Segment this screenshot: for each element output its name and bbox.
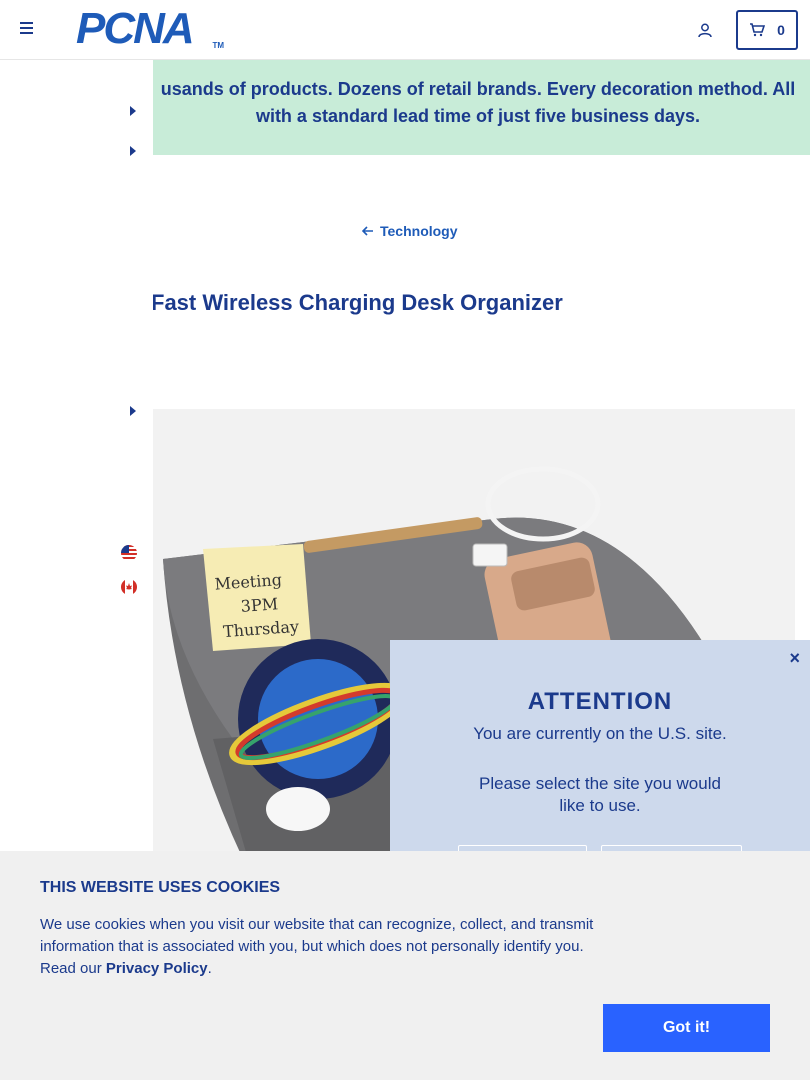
modal-title: ATTENTION <box>527 688 673 715</box>
back-to-category-link[interactable]: Technology <box>362 223 458 239</box>
cookie-banner-body: We use cookies when you visit our websit… <box>40 914 600 980</box>
hamburger-icon[interactable] <box>20 22 36 38</box>
modal-current-site-text: You are currently on the U.S. site. <box>473 724 727 743</box>
cookie-body-period: . <box>207 960 212 977</box>
svg-text:3PM: 3PM <box>240 594 279 616</box>
cookie-banner-title: THIS WEBSITE USES COOKIES <box>40 879 281 896</box>
canada-flag-icon[interactable] <box>121 579 137 595</box>
user-icon[interactable] <box>697 22 713 38</box>
logo-text: PCNA <box>76 4 195 53</box>
pcna-logo[interactable]: PCNA TM <box>76 6 226 52</box>
privacy-policy-link[interactable]: Privacy Policy <box>106 960 208 977</box>
accept-cookies-button[interactable]: Got it! <box>603 1004 770 1052</box>
modal-instructions: Please select the site you would like to… <box>479 774 721 815</box>
logo-trademark: TM <box>212 41 224 50</box>
back-link-label: Technology <box>380 223 458 239</box>
arrow-left-icon <box>362 226 373 236</box>
caret-right-icon[interactable] <box>129 106 137 116</box>
product-title: Fast Wireless Charging Desk Organizer <box>151 290 563 315</box>
close-icon[interactable]: × <box>789 648 800 669</box>
us-flag-icon[interactable] <box>121 545 137 561</box>
page: PCNA TM 0 usands of products. Dozens of … <box>0 0 810 1080</box>
caret-right-icon[interactable] <box>129 146 137 156</box>
cart-button[interactable]: 0 <box>736 10 798 50</box>
caret-right-icon[interactable] <box>129 406 137 416</box>
cart-icon <box>750 23 766 37</box>
cookie-banner: THIS WEBSITE USES COOKIES We use cookies… <box>0 851 810 1080</box>
promo-banner-text: usands of products. Dozens of retail bra… <box>160 79 796 126</box>
cart-count: 0 <box>777 22 785 38</box>
site-header: PCNA TM 0 <box>0 0 810 60</box>
